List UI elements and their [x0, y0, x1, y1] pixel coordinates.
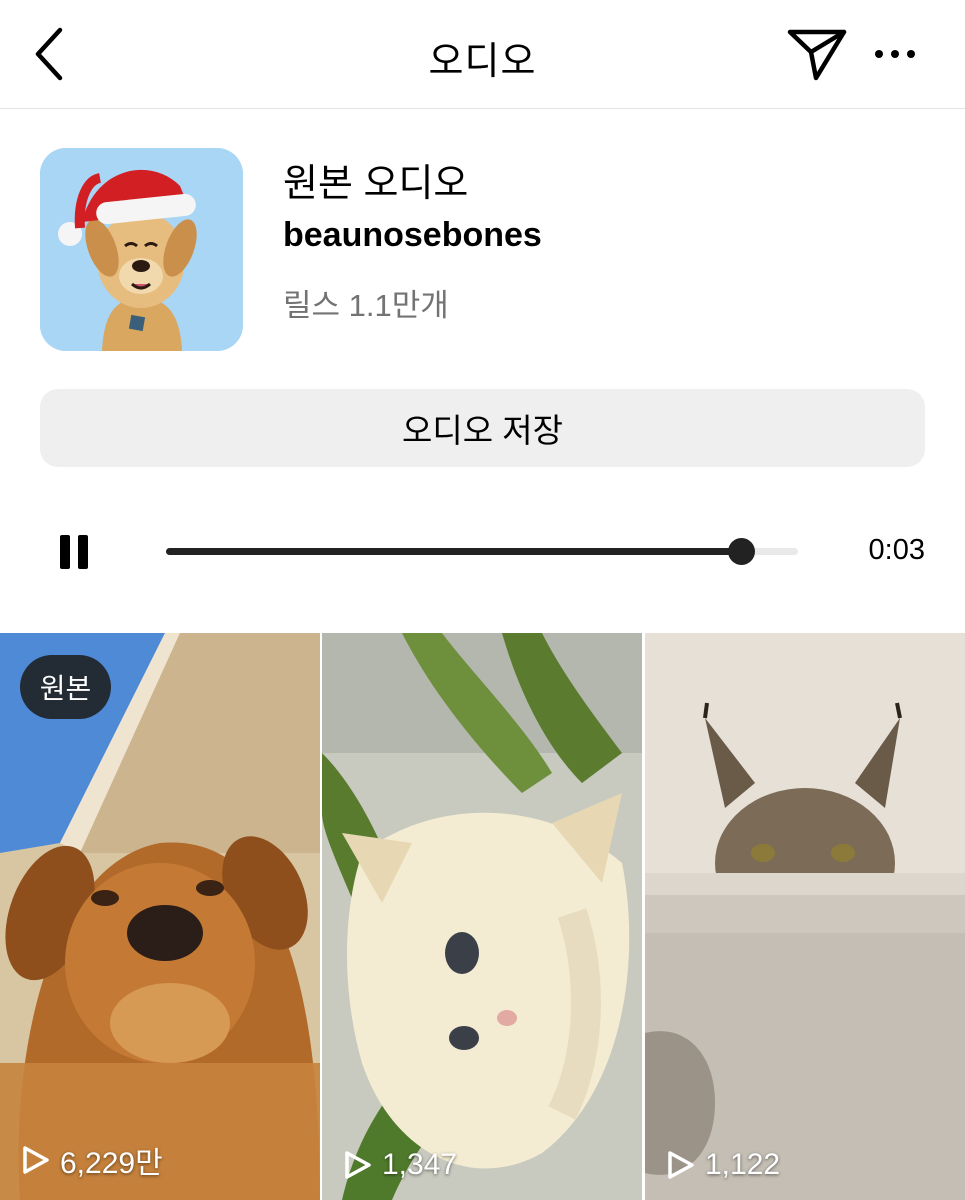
- audio-username[interactable]: beaunosebones: [283, 216, 542, 255]
- view-count: 1,347: [344, 1148, 457, 1182]
- progress-fill: [166, 548, 742, 555]
- view-count-label: 1,122: [705, 1148, 781, 1181]
- view-count-label: 6,229만: [60, 1147, 163, 1180]
- audio-title: 원본 오디오: [283, 163, 469, 205]
- more-horizontal-icon: [875, 50, 915, 58]
- view-count: 1,122: [667, 1148, 780, 1182]
- pause-icon-bar-right: [78, 535, 88, 569]
- pause-icon-bar-left: [60, 535, 70, 569]
- reel-tile[interactable]: 원본 6,229만: [0, 633, 320, 1200]
- reel-tile[interactable]: 1,122: [645, 633, 965, 1200]
- kitten-thumbnail: [322, 633, 642, 1200]
- save-audio-button[interactable]: 오디오 저장: [40, 389, 925, 467]
- top-bar: 오디오: [0, 0, 965, 109]
- playback-time: 0:03: [868, 534, 925, 566]
- paper-plane-icon: [787, 29, 847, 81]
- more-options-button[interactable]: [872, 40, 918, 68]
- audio-artwork[interactable]: [40, 148, 243, 351]
- reel-tile[interactable]: 1,347: [322, 633, 642, 1200]
- play-icon: [668, 1151, 694, 1179]
- maine-coon-cat-thumbnail: [645, 633, 965, 1200]
- dog-with-santa-hat-image: [40, 148, 243, 351]
- view-count-label: 1,347: [382, 1148, 458, 1181]
- progress-handle[interactable]: [728, 538, 756, 565]
- play-icon: [23, 1146, 49, 1174]
- progress-slider[interactable]: [166, 538, 798, 565]
- reels-grid: 원본 6,229만 1,347 1,122: [0, 633, 965, 1200]
- original-badge: 원본: [20, 655, 111, 719]
- share-button[interactable]: [786, 26, 848, 82]
- view-count: 6,229만: [22, 1138, 163, 1182]
- pause-button[interactable]: [60, 535, 90, 569]
- reels-count: 릴스 1.1만개: [283, 288, 449, 323]
- play-icon: [345, 1151, 371, 1179]
